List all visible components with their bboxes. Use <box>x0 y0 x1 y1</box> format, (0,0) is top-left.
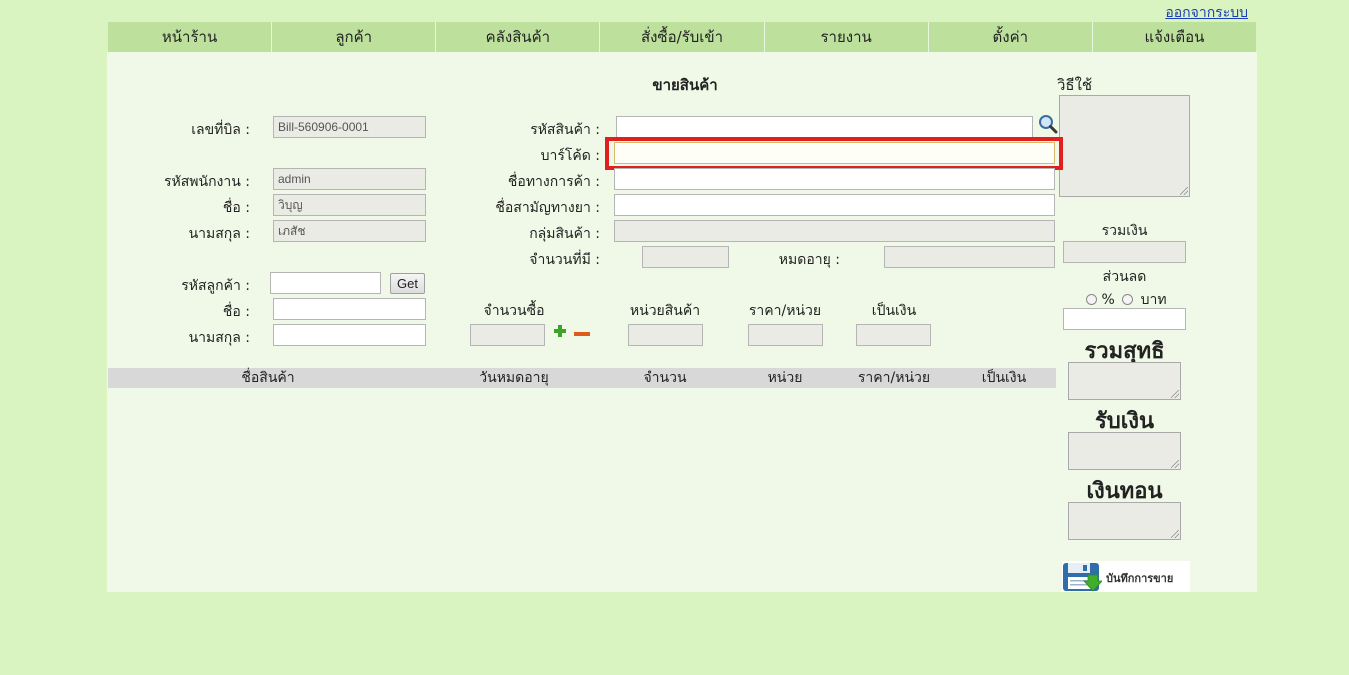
get-customer-button[interactable]: Get <box>390 273 425 294</box>
items-table-header: ชื่อสินค้า วันหมดอายุ จำนวน หน่วย ราคา/ห… <box>108 368 1056 388</box>
search-icon[interactable] <box>1038 114 1058 134</box>
column-expiry: วันหมดอายุ <box>479 370 549 386</box>
product-code-label: รหัสสินค้า : <box>530 122 600 138</box>
nav-alerts[interactable]: แจ้งเตือน <box>1091 22 1256 52</box>
customer-surname-label: นามสกุล : <box>188 330 250 346</box>
nav-reports[interactable]: รายงาน <box>763 22 928 52</box>
net-total-field <box>1068 362 1181 400</box>
column-quantity: จำนวน <box>643 370 687 386</box>
bill-label: เลขที่บิล : <box>191 122 250 138</box>
employee-id-label: รหัสพนักงาน : <box>163 174 250 190</box>
trade-name-label: ชื่อทางการค้า : <box>507 174 600 190</box>
discount-baht-label: บาท <box>1140 292 1167 308</box>
customer-surname-input[interactable] <box>273 324 426 346</box>
total-label: รวมเงิน <box>1101 223 1148 239</box>
plus-icon[interactable] <box>553 324 567 338</box>
price-label: ราคา/หน่วย <box>748 303 822 319</box>
bill-number-field: Bill-560906-0001 <box>273 116 426 138</box>
change-field <box>1068 502 1181 540</box>
generic-name-label: ชื่อสามัญทางยา : <box>495 200 600 216</box>
employee-surname-label: นามสกุล : <box>188 226 250 242</box>
customer-name-input[interactable] <box>273 298 426 320</box>
logout-link[interactable]: ออกจากระบบ <box>1165 2 1248 24</box>
customer-id-input[interactable] <box>270 272 381 294</box>
floppy-save-icon <box>1063 563 1102 592</box>
customer-id-label: รหัสลูกค้า : <box>181 278 250 294</box>
help-textarea[interactable] <box>1059 95 1190 197</box>
product-group-label: กลุ่มสินค้า : <box>529 226 600 242</box>
barcode-label: บาร์โค้ด : <box>540 148 600 164</box>
nav-settings[interactable]: ตั้งค่า <box>927 22 1092 52</box>
column-price: ราคา/หน่วย <box>857 370 931 386</box>
price-field <box>748 324 823 346</box>
amount-label: เป็นเงิน <box>871 303 917 319</box>
nav-storefront[interactable]: หน้าร้าน <box>108 22 271 52</box>
product-code-input[interactable] <box>616 116 1033 138</box>
amount-field <box>856 324 931 346</box>
expiry-field <box>884 246 1055 268</box>
quantity-label: จำนวนซื้อ <box>483 303 545 319</box>
column-product-name: ชื่อสินค้า <box>241 370 295 386</box>
unit-label: หน่วยสินค้า <box>629 303 701 319</box>
employee-name-field: วิบุญ <box>273 194 426 216</box>
stock-label: จำนวนที่มี : <box>529 252 600 268</box>
discount-label: ส่วนลด <box>1102 269 1147 285</box>
nav-inventory[interactable]: คลังสินค้า <box>435 22 599 52</box>
generic-name-input[interactable] <box>614 194 1055 216</box>
trade-name-input[interactable] <box>614 168 1055 190</box>
discount-input[interactable] <box>1063 308 1186 330</box>
nav-orders[interactable]: สั่งซื้อ/รับเข้า <box>599 22 763 52</box>
save-sale-label: บันทึกการขาย <box>1106 572 1174 585</box>
employee-name-label: ชื่อ : <box>222 200 250 216</box>
discount-percent-label: % <box>1101 292 1115 308</box>
column-amount: เป็นเงิน <box>981 370 1027 386</box>
nav-customers[interactable]: ลูกค้า <box>271 22 435 52</box>
column-unit: หน่วย <box>767 370 803 386</box>
barcode-highlight-box <box>605 137 1063 170</box>
employee-id-field: admin <box>273 168 426 190</box>
discount-percent-radio[interactable] <box>1086 294 1097 305</box>
product-group-field <box>614 220 1055 242</box>
employee-surname-field: เภสัช <box>273 220 426 242</box>
help-label: วิธีใช้ <box>1057 76 1093 94</box>
save-sale-button[interactable]: บันทึกการขาย <box>1062 561 1190 592</box>
minus-icon[interactable] <box>573 327 591 336</box>
discount-type-group: % บาท <box>1086 289 1196 308</box>
received-field[interactable] <box>1068 432 1181 470</box>
stock-field <box>642 246 729 268</box>
customer-name-label: ชื่อ : <box>222 304 250 320</box>
page-title: ขายสินค้า <box>652 76 718 94</box>
total-field <box>1063 241 1186 263</box>
unit-field <box>628 324 703 346</box>
main-nav: หน้าร้าน ลูกค้า คลังสินค้า สั่งซื้อ/รับเ… <box>108 22 1256 52</box>
quantity-field[interactable] <box>470 324 545 346</box>
discount-baht-radio[interactable] <box>1122 294 1134 305</box>
expiry-label: หมดอายุ : <box>778 252 840 268</box>
